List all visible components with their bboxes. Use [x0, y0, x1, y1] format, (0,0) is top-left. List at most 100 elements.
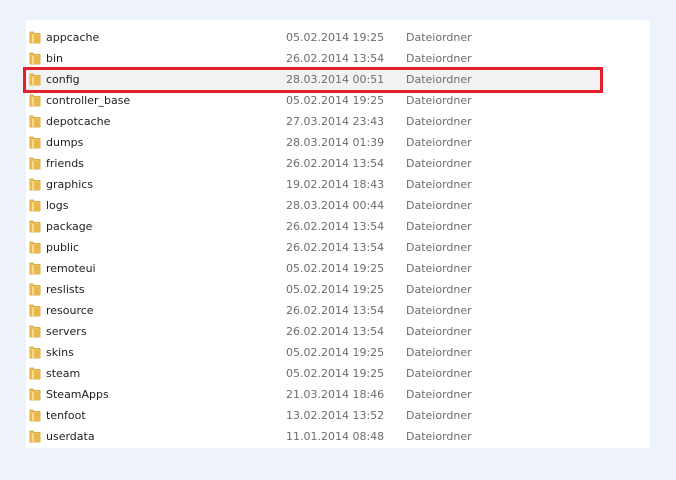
file-name: userdata [46, 430, 95, 443]
file-row-config[interactable]: config 28.03.2014 00:51 Dateiordner [26, 69, 650, 90]
file-name: graphics [46, 178, 94, 191]
file-row-tenfoot[interactable]: tenfoot 13.02.2014 13:52 Dateiordner [26, 405, 650, 426]
file-row-remoteui[interactable]: remoteui 05.02.2014 19:25 Dateiordner [26, 258, 650, 279]
file-date-modified: 11.01.2014 08:48 [286, 430, 385, 443]
folder-icon [29, 157, 41, 170]
file-row-bin[interactable]: bin 26.02.2014 13:54 Dateiordner [26, 48, 650, 69]
folder-icon [29, 430, 41, 443]
file-row-package[interactable]: package 26.02.2014 13:54 Dateiordner [26, 216, 650, 237]
file-row-graphics[interactable]: graphics 19.02.2014 18:43 Dateiordner [26, 174, 650, 195]
file-date-modified: 26.02.2014 13:54 [286, 220, 385, 233]
file-name: controller_base [46, 94, 131, 107]
file-type: Dateiordner [406, 388, 472, 401]
file-date-modified: 05.02.2014 19:25 [286, 346, 385, 359]
folder-icon [29, 52, 41, 65]
file-type: Dateiordner [406, 115, 472, 128]
file-date-modified: 05.02.2014 19:25 [286, 283, 385, 296]
file-date-modified: 26.02.2014 13:54 [286, 325, 385, 338]
folder-icon [29, 409, 41, 422]
file-list-panel: appcache 05.02.2014 19:25 Dateiordner bi… [26, 20, 650, 448]
folder-icon [29, 262, 41, 275]
folder-icon [29, 367, 41, 380]
file-name: servers [46, 325, 87, 338]
file-row-userdata[interactable]: userdata 11.01.2014 08:48 Dateiordner [26, 426, 650, 447]
file-name: tenfoot [46, 409, 86, 422]
file-name: package [46, 220, 93, 233]
folder-icon [29, 388, 41, 401]
folder-icon [29, 241, 41, 254]
file-name: bin [46, 52, 64, 65]
file-row-controller_base[interactable]: controller_base 05.02.2014 19:25 Dateior… [26, 90, 650, 111]
file-type: Dateiordner [406, 73, 472, 86]
file-date-modified: 13.02.2014 13:52 [286, 409, 385, 422]
file-list: appcache 05.02.2014 19:25 Dateiordner bi… [26, 27, 650, 447]
file-row-steam[interactable]: steam 05.02.2014 19:25 Dateiordner [26, 363, 650, 384]
file-name: config [46, 73, 80, 86]
file-date-modified: 28.03.2014 00:44 [286, 199, 385, 212]
file-name: resource [46, 304, 94, 317]
file-date-modified: 19.02.2014 18:43 [286, 178, 385, 191]
file-date-modified: 28.03.2014 00:51 [286, 73, 385, 86]
file-row-public[interactable]: public 26.02.2014 13:54 Dateiordner [26, 237, 650, 258]
file-type: Dateiordner [406, 52, 472, 65]
file-date-modified: 28.03.2014 01:39 [286, 136, 385, 149]
folder-icon [29, 283, 41, 296]
folder-icon [29, 115, 41, 128]
folder-icon [29, 178, 41, 191]
file-type: Dateiordner [406, 262, 472, 275]
file-name: depotcache [46, 115, 111, 128]
file-type: Dateiordner [406, 136, 472, 149]
file-date-modified: 26.02.2014 13:54 [286, 157, 385, 170]
file-name: logs [46, 199, 69, 212]
file-date-modified: 27.03.2014 23:43 [286, 115, 385, 128]
file-date-modified: 05.02.2014 19:25 [286, 94, 385, 107]
file-name: steam [46, 367, 81, 380]
folder-icon [29, 304, 41, 317]
folder-icon [29, 325, 41, 338]
file-name: remoteui [46, 262, 96, 275]
file-row-logs[interactable]: logs 28.03.2014 00:44 Dateiordner [26, 195, 650, 216]
file-row-steamapps[interactable]: SteamApps 21.03.2014 18:46 Dateiordner [26, 384, 650, 405]
file-type: Dateiordner [406, 283, 472, 296]
file-date-modified: 26.02.2014 13:54 [286, 241, 385, 254]
file-row-skins[interactable]: skins 05.02.2014 19:25 Dateiordner [26, 342, 650, 363]
file-name: friends [46, 157, 84, 170]
file-row-resource[interactable]: resource 26.02.2014 13:54 Dateiordner [26, 300, 650, 321]
folder-icon [29, 346, 41, 359]
file-type: Dateiordner [406, 241, 472, 254]
file-row-depotcache[interactable]: depotcache 27.03.2014 23:43 Dateiordner [26, 111, 650, 132]
file-type: Dateiordner [406, 220, 472, 233]
file-row-servers[interactable]: servers 26.02.2014 13:54 Dateiordner [26, 321, 650, 342]
file-type: Dateiordner [406, 346, 472, 359]
file-row-dumps[interactable]: dumps 28.03.2014 01:39 Dateiordner [26, 132, 650, 153]
file-type: Dateiordner [406, 199, 472, 212]
file-type: Dateiordner [406, 325, 472, 338]
file-date-modified: 21.03.2014 18:46 [286, 388, 385, 401]
file-type: Dateiordner [406, 178, 472, 191]
folder-icon [29, 73, 41, 86]
file-row-reslists[interactable]: reslists 05.02.2014 19:25 Dateiordner [26, 279, 650, 300]
file-name: dumps [46, 136, 84, 149]
file-type: Dateiordner [406, 31, 472, 44]
file-name: appcache [46, 31, 100, 44]
file-date-modified: 26.02.2014 13:54 [286, 304, 385, 317]
file-date-modified: 05.02.2014 19:25 [286, 367, 385, 380]
file-name: public [46, 241, 80, 254]
file-type: Dateiordner [406, 430, 472, 443]
file-type: Dateiordner [406, 409, 472, 422]
file-row-appcache[interactable]: appcache 05.02.2014 19:25 Dateiordner [26, 27, 650, 48]
file-type: Dateiordner [406, 157, 472, 170]
file-name: skins [46, 346, 74, 359]
folder-icon [29, 199, 41, 212]
file-row-friends[interactable]: friends 26.02.2014 13:54 Dateiordner [26, 153, 650, 174]
folder-icon [29, 94, 41, 107]
folder-icon [29, 136, 41, 149]
file-date-modified: 05.02.2014 19:25 [286, 262, 385, 275]
file-date-modified: 05.02.2014 19:25 [286, 31, 385, 44]
file-type: Dateiordner [406, 367, 472, 380]
folder-icon [29, 31, 41, 44]
file-date-modified: 26.02.2014 13:54 [286, 52, 385, 65]
file-name: reslists [46, 283, 85, 296]
file-name: SteamApps [46, 388, 109, 401]
folder-icon [29, 220, 41, 233]
